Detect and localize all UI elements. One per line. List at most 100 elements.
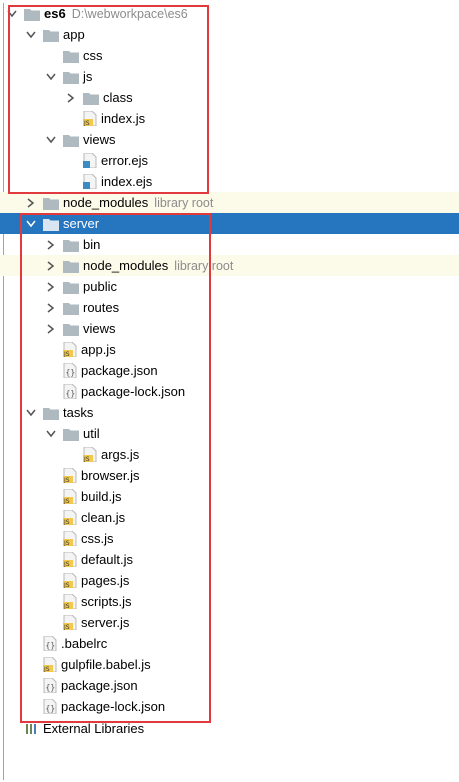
- folder-icon: [63, 259, 79, 273]
- tree-row-default-js[interactable]: JS default.js: [0, 549, 459, 570]
- tree-row-label: default.js: [81, 552, 134, 567]
- js-file-icon: JS: [63, 342, 77, 357]
- folder-icon: [63, 238, 79, 252]
- folder-icon: [63, 322, 79, 336]
- folder-icon: [43, 217, 59, 231]
- svg-text:JS: JS: [63, 477, 70, 483]
- tree-row-views[interactable]: views: [0, 318, 459, 339]
- library-root-note: library root: [154, 195, 214, 210]
- svg-text:JS: JS: [63, 624, 70, 630]
- js-file-icon: JS: [63, 594, 77, 609]
- external-libraries-label: External Libraries: [43, 721, 145, 736]
- tree-row-build-js[interactable]: JS build.js: [0, 486, 459, 507]
- json-file-icon: {}: [43, 636, 57, 651]
- tree-row-label: error.ejs: [101, 153, 148, 168]
- tree-row-routes[interactable]: routes: [0, 297, 459, 318]
- tree-row-label: css: [83, 48, 103, 63]
- tree-row-scripts-js[interactable]: JS scripts.js: [0, 591, 459, 612]
- chevron-down-icon[interactable]: [45, 70, 57, 84]
- tree-row-pages-js[interactable]: JS pages.js: [0, 570, 459, 591]
- svg-text:JS: JS: [63, 498, 70, 504]
- folder-icon: [63, 427, 79, 441]
- tree-row-label: build.js: [81, 489, 122, 504]
- js-file-icon: JS: [63, 510, 77, 525]
- tree-row-gulpfile-babel-js[interactable]: JS gulpfile.babel.js: [0, 654, 459, 675]
- library-root-note: library root: [174, 258, 234, 273]
- chevron-down-icon[interactable]: [6, 7, 18, 21]
- root-path: D:\webworkpace\es6: [71, 6, 188, 21]
- folder-icon: [63, 280, 79, 294]
- chevron-down-icon[interactable]: [25, 406, 37, 420]
- tree-row-tasks[interactable]: tasks: [0, 402, 459, 423]
- tree-row-args-js[interactable]: JS args.js: [0, 444, 459, 465]
- folder-icon: [83, 91, 99, 105]
- tree-row-browser-js[interactable]: JS browser.js: [0, 465, 459, 486]
- chevron-down-icon[interactable]: [25, 28, 37, 42]
- svg-text:{}: {}: [46, 641, 56, 650]
- tree-row-class[interactable]: class: [0, 87, 459, 108]
- folder-icon: [43, 196, 59, 210]
- js-file-icon: JS: [43, 657, 57, 672]
- chevron-right-icon[interactable]: [45, 322, 57, 336]
- tree-row-app-js[interactable]: JS app.js: [0, 339, 459, 360]
- tree-row-label: index.ejs: [101, 174, 153, 189]
- tree-row-css-js[interactable]: JS css.js: [0, 528, 459, 549]
- external-libraries-row[interactable]: External Libraries: [0, 718, 459, 739]
- js-file-icon: JS: [83, 111, 97, 126]
- tree-row-package-json[interactable]: {} package.json: [0, 675, 459, 696]
- tree-row-index-js[interactable]: JS index.js: [0, 108, 459, 129]
- tree-row-package-json[interactable]: {} package.json: [0, 360, 459, 381]
- tree-row-label: routes: [83, 300, 120, 315]
- tree-row-views[interactable]: views: [0, 129, 459, 150]
- tree-row-package-lock-json[interactable]: {} package-lock.json: [0, 696, 459, 717]
- tree-row-label: args.js: [101, 447, 140, 462]
- tree-row-node-modules[interactable]: node_modules library root: [0, 192, 459, 213]
- chevron-right-icon[interactable]: [45, 280, 57, 294]
- tree-row-label: .babelrc: [61, 636, 108, 651]
- tree-row-app[interactable]: app: [0, 24, 459, 45]
- tree-row-package-lock-json[interactable]: {} package-lock.json: [0, 381, 459, 402]
- tree-row-css[interactable]: css: [0, 45, 459, 66]
- tree-row-label: package-lock.json: [81, 384, 186, 399]
- js-file-icon: JS: [63, 531, 77, 546]
- tree-row-label: server: [63, 216, 100, 231]
- chevron-right-icon[interactable]: [65, 91, 77, 105]
- chevron-right-icon[interactable]: [45, 238, 57, 252]
- tree-row-label: node_modules: [83, 258, 169, 273]
- tree-row-server-js[interactable]: JS server.js: [0, 612, 459, 633]
- tree-row-node-modules[interactable]: node_modules library root: [0, 255, 459, 276]
- tree-row-public[interactable]: public: [0, 276, 459, 297]
- chevron-down-icon[interactable]: [25, 217, 37, 231]
- tree-row-index-ejs[interactable]: index.ejs: [0, 171, 459, 192]
- chevron-right-icon[interactable]: [25, 196, 37, 210]
- tree-row-label: js: [83, 69, 93, 84]
- tree-row-label: gulpfile.babel.js: [61, 657, 151, 672]
- js-file-icon: JS: [63, 468, 77, 483]
- root-label: es6: [44, 6, 66, 21]
- tree-row-bin[interactable]: bin: [0, 234, 459, 255]
- chevron-down-icon[interactable]: [45, 133, 57, 147]
- json-file-icon: {}: [43, 699, 57, 714]
- folder-icon: [24, 7, 40, 21]
- svg-text:JS: JS: [83, 120, 90, 126]
- ejs-file-icon: [83, 153, 97, 168]
- svg-text:JS: JS: [63, 582, 70, 588]
- chevron-right-icon[interactable]: [45, 301, 57, 315]
- svg-text:JS: JS: [43, 666, 50, 672]
- chevron-right-icon[interactable]: [45, 259, 57, 273]
- tree-row-error-ejs[interactable]: error.ejs: [0, 150, 459, 171]
- tree-row-js[interactable]: js: [0, 66, 459, 87]
- tree-row-server[interactable]: server: [0, 213, 459, 234]
- svg-text:{}: {}: [66, 368, 76, 377]
- ejs-file-icon: [83, 174, 97, 189]
- folder-icon: [63, 133, 79, 147]
- js-file-icon: JS: [83, 447, 97, 462]
- tree-root-row[interactable]: es6 D:\webworkpace\es6: [0, 3, 459, 24]
- json-file-icon: {}: [63, 384, 77, 399]
- tree-row-clean-js[interactable]: JS clean.js: [0, 507, 459, 528]
- svg-text:JS: JS: [63, 603, 70, 609]
- chevron-down-icon[interactable]: [45, 427, 57, 441]
- json-file-icon: {}: [43, 678, 57, 693]
- tree-row-util[interactable]: util: [0, 423, 459, 444]
- tree-row-babelrc[interactable]: {} .babelrc: [0, 633, 459, 654]
